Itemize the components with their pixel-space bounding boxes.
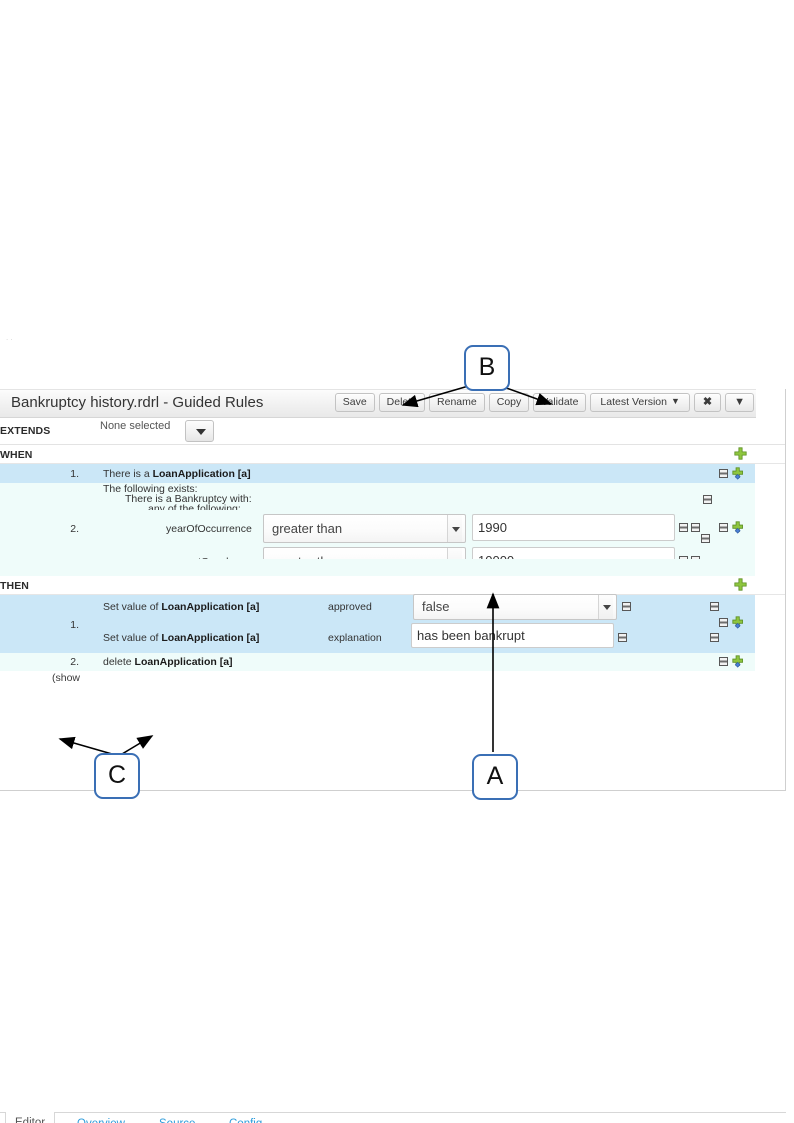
collapse-icon[interactable] [719, 469, 728, 478]
validate-button[interactable]: Validate [533, 393, 587, 412]
tab-editor[interactable]: Editor [5, 1112, 56, 1123]
extends-row: EXTENDS None selected [0, 418, 785, 445]
extends-label: EXTENDS [0, 425, 51, 437]
more-options-button[interactable]: ▼ [725, 393, 754, 412]
window-titlebar: Bankruptcy history.rdrl - Guided Rules S… [0, 389, 756, 418]
tab-source[interactable]: Source [150, 1113, 204, 1123]
constraint-operator-select-1[interactable]: greater than [263, 514, 466, 543]
screenshot-root: .. Bankruptcy history.rdrl - Guided Rule… [0, 0, 794, 1123]
then-action-group-2[interactable]: 2. delete LoanApplication [a] [0, 653, 755, 671]
when-constraints-block: 2. yearOfOccurrence greater than 1990 am… [0, 510, 755, 576]
extends-value: None selected [100, 420, 171, 432]
annotation-label-a: A [486, 762, 504, 790]
tab-overview[interactable]: Overview [68, 1113, 134, 1123]
add-icon[interactable] [732, 655, 745, 668]
add-then-action-icon[interactable] [734, 578, 747, 591]
then-action-text-2: Set value of LoanApplication [a] [103, 632, 260, 644]
then-section-header: THEN [0, 576, 785, 595]
rename-button[interactable]: Rename [429, 393, 485, 412]
collapse-icon[interactable] [719, 523, 728, 532]
bottom-tabbar: Editor Overview Source Config [0, 1112, 786, 1123]
collapse-icon[interactable] [719, 618, 728, 627]
save-button[interactable]: Save [334, 393, 375, 412]
then-action-field-1: approved [328, 601, 372, 613]
editor-toolbar: Save Delete Rename Copy Validate Latest … [334, 393, 754, 412]
tab-config[interactable]: Config [220, 1113, 271, 1123]
delete-button[interactable]: Delete [378, 393, 426, 412]
delete-icon[interactable] [618, 633, 627, 642]
options-icon[interactable] [710, 633, 719, 642]
version-dropdown-label: Latest Version [600, 396, 667, 408]
options-icon[interactable] [701, 534, 710, 543]
then-action-value-input-2[interactable]: has been bankrupt [411, 623, 614, 648]
chevron-down-icon[interactable] [447, 515, 462, 542]
then-label: THEN [0, 580, 29, 592]
artifact-dots: .. [6, 333, 15, 342]
annotation-callout-b: B [464, 345, 510, 391]
then-action-value-select-1[interactable]: false [413, 594, 617, 620]
row-number: 1. [70, 468, 79, 480]
add-icon[interactable] [732, 616, 745, 629]
when-block-spacer [0, 559, 755, 576]
when-pattern-text: There is a LoanApplication [a] [103, 468, 251, 480]
when-label: WHEN [0, 449, 33, 461]
close-button[interactable]: ✖ [693, 393, 722, 412]
chevron-down-icon[interactable] [598, 595, 613, 619]
row-number: 2. [70, 656, 79, 668]
constraint-value-input-1[interactable]: 1990 [472, 514, 675, 541]
chevron-down-icon [196, 429, 206, 435]
version-dropdown-button[interactable]: Latest Version ▼ [590, 393, 690, 412]
copy-button[interactable]: Copy [488, 393, 530, 412]
collapse-icon[interactable] [703, 495, 712, 504]
constraint-field-label-1: yearOfOccurrence [166, 523, 252, 535]
guided-rules-editor-window: Bankruptcy history.rdrl - Guided Rules S… [0, 389, 786, 1123]
then-delete-action-text: delete LoanApplication [a] [103, 656, 233, 668]
annotation-label-b: B [478, 353, 496, 381]
delete-icon[interactable] [622, 602, 631, 611]
when-nested-description: The following exists: There is a Bankrup… [0, 483, 755, 515]
then-action-group-1: 1. Set value of LoanApplication [a] appr… [0, 594, 755, 653]
then-action-text-1: Set value of LoanApplication [a] [103, 601, 260, 613]
collapse-icon[interactable] [719, 657, 728, 666]
edit-icon[interactable] [679, 523, 688, 532]
when-pattern-row-1[interactable]: 1. There is a LoanApplication [a] [0, 464, 755, 483]
annotation-callout-a: A [472, 754, 518, 800]
add-when-condition-icon[interactable] [734, 447, 747, 460]
annotation-callout-c: C [94, 753, 140, 799]
options-icon[interactable] [710, 602, 719, 611]
add-icon[interactable] [732, 521, 745, 534]
extends-dropdown-button[interactable] [185, 420, 214, 442]
show-options-row[interactable]: (show [0, 671, 755, 687]
row-number: 2. [70, 523, 79, 535]
row-number: 1. [70, 619, 79, 631]
then-action-field-2: explanation [328, 632, 382, 644]
page-title: Bankruptcy history.rdrl - Guided Rules [11, 394, 264, 411]
delete-icon[interactable] [691, 523, 700, 532]
show-options-text: (show [52, 672, 81, 684]
when-section-header: WHEN [0, 445, 785, 464]
chevron-down-icon: ▼ [670, 396, 680, 406]
annotation-label-c: C [107, 761, 127, 789]
add-icon[interactable] [732, 467, 745, 480]
